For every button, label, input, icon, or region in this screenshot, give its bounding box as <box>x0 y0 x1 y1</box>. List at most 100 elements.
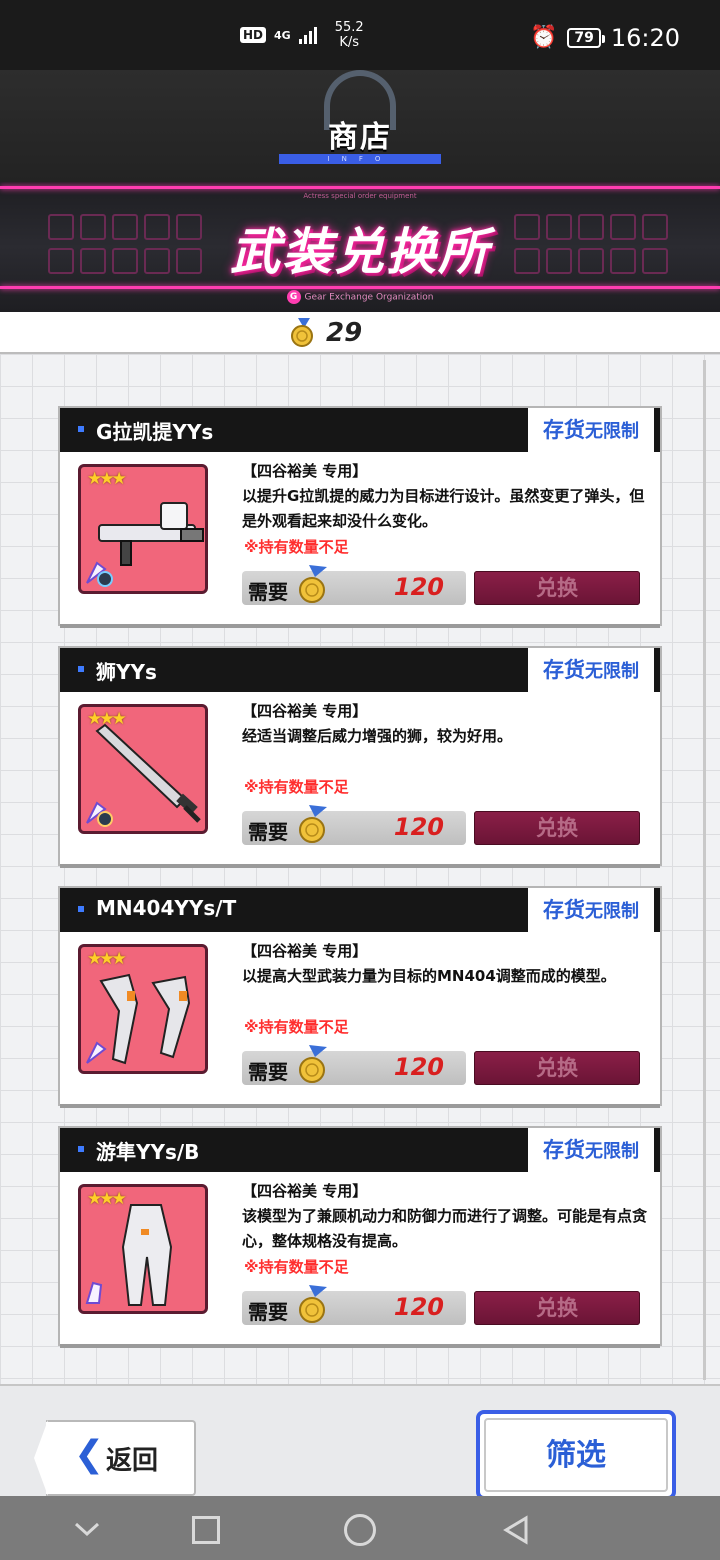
banner-org: G Gear Exchange Organization <box>0 290 720 304</box>
bullet-icon <box>78 906 84 912</box>
cost-value: 120 <box>393 1053 444 1081</box>
gauntlet-type-icon <box>86 1041 107 1064</box>
banner-org-text: Gear Exchange Organization <box>304 292 434 303</box>
banner-title: 武装兑换所 <box>230 223 490 281</box>
item-card: 狮YYs 存货无限制 ★★★ 【四谷裕美 专用】 经适当调整后威力增强的狮，较为… <box>60 648 660 864</box>
item-name: G拉凯提YYs <box>96 420 214 444</box>
rarity-stars: ★★★ <box>87 949 127 969</box>
banner-stripe-bottom <box>0 286 720 289</box>
back-label: 返回 <box>106 1446 159 1476</box>
filter-label: 筛选 <box>484 1418 668 1492</box>
item-thumbnail[interactable]: ★★★ <box>78 1184 208 1314</box>
stock-label: 存货无限制 <box>528 888 654 932</box>
nav-recents-icon[interactable] <box>192 1516 220 1544</box>
card-header: MN404YYs/T 存货无限制 <box>60 888 660 932</box>
cost-label: 需要 <box>248 1060 288 1084</box>
page-title: 商店 <box>328 120 392 155</box>
back-button[interactable]: ❮ 返回 <box>34 1420 196 1496</box>
nav-collapse-icon[interactable] <box>72 1514 102 1544</box>
rarity-stars: ★★★ <box>87 709 127 729</box>
insufficient-warning: ※持有数量不足 <box>244 1258 349 1276</box>
armor-type-icon <box>85 1281 103 1304</box>
medal-icon <box>299 565 327 603</box>
status-bar: HD 4G 55.2 K/s ⏰ 79 16:20 <box>0 0 720 70</box>
nav-home-icon[interactable] <box>344 1514 376 1546</box>
banner-subtitle: Actress special order equipment <box>303 192 417 200</box>
item-owner: 【四谷裕美 专用】 <box>242 1182 368 1200</box>
bullet-icon <box>78 1146 84 1152</box>
item-card: MN404YYs/T 存货无限制 ★★★ 【四谷裕美 专用】 以提高大型武装力量… <box>60 888 660 1104</box>
scrollbar[interactable] <box>703 360 706 1380</box>
shop-header: 商店 INFO <box>0 70 720 182</box>
currency-bar: 29 <box>0 312 720 354</box>
item-name: 游隼YYs/B <box>96 1140 200 1164</box>
gear-logo-icon: G <box>286 290 301 304</box>
item-name: 狮YYs <box>96 660 157 684</box>
cost-label: 需要 <box>248 820 288 844</box>
clock: 16:20 <box>610 24 680 52</box>
medal-icon <box>299 1045 327 1083</box>
signal-icon <box>298 26 317 44</box>
exchange-button[interactable]: 兑换 <box>474 571 640 605</box>
item-thumbnail[interactable]: ★★★ <box>78 464 208 594</box>
status-left: HD 4G 55.2 K/s <box>240 20 364 50</box>
card-header: 狮YYs 存货无限制 <box>60 648 660 692</box>
item-description: 该模型为了兼顾机动力和防御力而进行了调整。可能是有点贪心，整体规格没有提高。 <box>242 1207 648 1250</box>
speed-value: 55.2 <box>334 20 364 35</box>
alarm-icon: ⏰ <box>529 25 558 50</box>
item-description: 经适当调整后威力增强的狮，较为好用。 <box>242 727 513 745</box>
filter-button[interactable]: 筛选 <box>476 1410 676 1500</box>
card-header: G拉凯提YYs 存货无限制 <box>60 408 660 452</box>
stock-label: 存货无限制 <box>528 408 654 452</box>
exchange-button[interactable]: 兑换 <box>474 1291 640 1325</box>
info-bar: INFO <box>279 154 441 164</box>
exchange-banner: Actress special order equipment 武装兑换所 GG… <box>0 182 720 312</box>
item-owner: 【四谷裕美 专用】 <box>242 942 368 960</box>
item-thumbnail[interactable]: ★★★ <box>78 704 208 834</box>
battery-indicator: 79 <box>567 28 606 48</box>
cost-label: 需要 <box>248 580 288 604</box>
bullet-icon <box>78 426 84 432</box>
item-card: 游隼YYs/B 存货无限制 ★★★ 【四谷裕美 专用】 该模型为了兼顾机动力和防… <box>60 1128 660 1344</box>
cost-value: 120 <box>393 1293 444 1321</box>
hd-badge: HD <box>240 27 267 43</box>
currency-value: 29 <box>326 318 363 348</box>
cost-box: 需要 120 <box>242 805 466 845</box>
item-description: 以提高大型武装力量为目标的MN404调整而成的模型。 <box>242 967 616 985</box>
item-owner: 【四谷裕美 专用】 <box>242 462 368 480</box>
rarity-stars: ★★★ <box>87 469 127 489</box>
item-card: G拉凯提YYs 存货无限制 ★★★ 【四谷裕美 专用】 以提升G拉凯提的威力为目… <box>60 408 660 624</box>
insufficient-warning: ※持有数量不足 <box>244 1018 349 1036</box>
medal-icon <box>291 318 313 347</box>
cost-label: 需要 <box>248 1300 288 1324</box>
network-speed: 55.2 K/s <box>335 20 364 50</box>
cost-box: 需要 120 <box>242 1285 466 1325</box>
cost-box: 需要 120 <box>242 1045 466 1085</box>
sword-type-icon <box>86 801 113 827</box>
bullet-icon <box>78 666 84 672</box>
rarity-stars: ★★★ <box>87 1189 127 1209</box>
card-header: 游隼YYs/B 存货无限制 <box>60 1128 660 1172</box>
item-name: MN404YYs/T <box>96 896 237 920</box>
medal-icon <box>299 805 327 843</box>
cost-value: 120 <box>393 813 444 841</box>
nav-back-icon[interactable] <box>500 1514 532 1546</box>
item-owner: 【四谷裕美 专用】 <box>242 702 368 720</box>
exchange-button[interactable]: 兑换 <box>474 811 640 845</box>
chevron-left-icon: ❮ <box>74 1434 105 1475</box>
back-button-tip <box>34 1420 48 1496</box>
medal-icon <box>299 1285 327 1323</box>
banner-stripe-top <box>0 186 720 189</box>
speed-unit: K/s <box>339 35 360 50</box>
insufficient-warning: ※持有数量不足 <box>244 538 349 556</box>
exchange-button[interactable]: 兑换 <box>474 1051 640 1085</box>
item-thumbnail[interactable]: ★★★ <box>78 944 208 1074</box>
system-nav-bar <box>0 1496 720 1560</box>
cost-box: 需要 120 <box>242 565 466 605</box>
network-type: 4G <box>274 28 291 42</box>
cost-value: 120 <box>393 573 444 601</box>
status-right: ⏰ 79 16:20 <box>530 24 680 52</box>
stock-label: 存货无限制 <box>528 1128 654 1172</box>
item-description: 以提升G拉凯提的威力为目标进行设计。虽然变更了弹头，但是外观看起来却没什么变化。 <box>242 487 645 530</box>
gun-type-icon <box>86 561 113 587</box>
